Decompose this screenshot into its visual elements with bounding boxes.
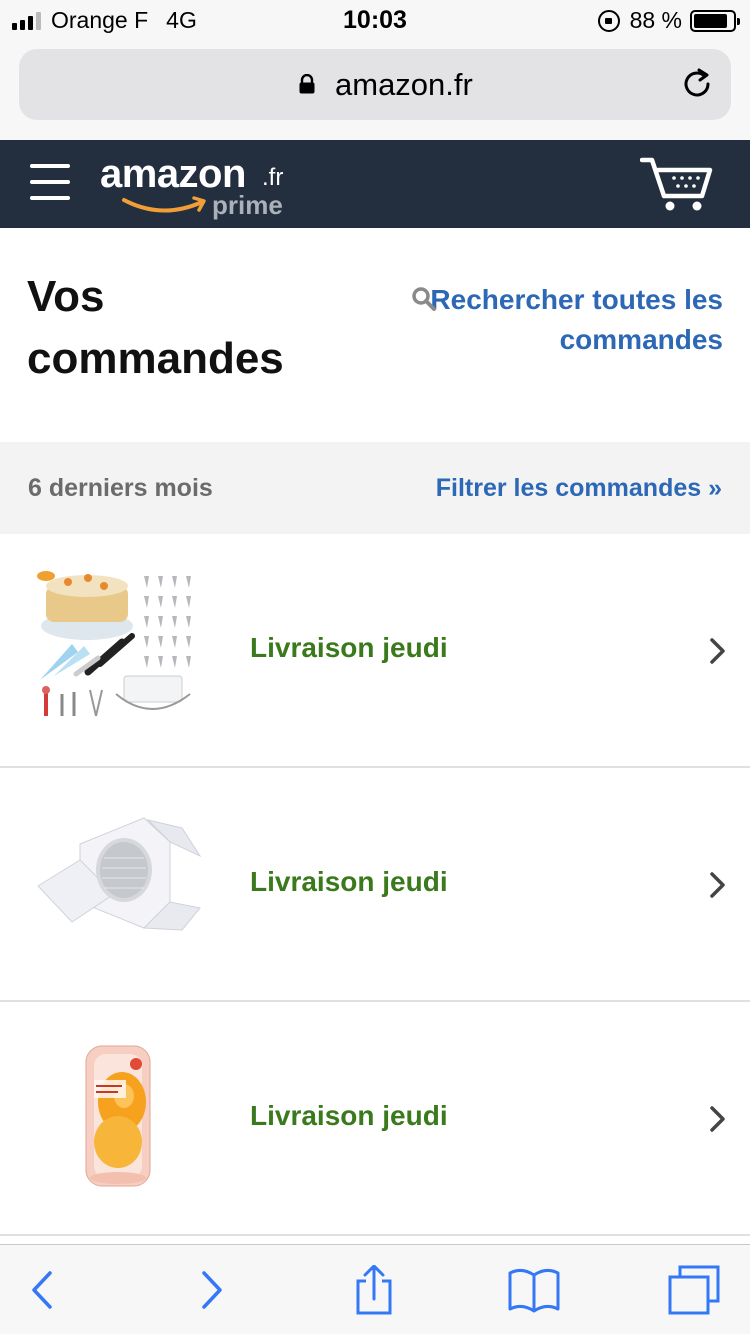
browser-toolbar <box>0 1244 750 1334</box>
chevron-right-icon <box>710 638 725 664</box>
chevron-right-icon <box>710 1106 725 1132</box>
battery-percent: 88 % <box>629 7 682 33</box>
reload-icon[interactable] <box>679 66 715 102</box>
back-icon[interactable] <box>18 1265 74 1315</box>
rotation-lock-icon <box>597 9 620 32</box>
share-icon[interactable] <box>346 1265 402 1315</box>
browser-address-area: amazon.fr <box>0 42 750 140</box>
filter-bar: 6 derniers mois Filtrer les commandes » <box>0 442 750 534</box>
forward-icon[interactable] <box>180 1265 236 1315</box>
chevron-right-icon <box>710 872 725 898</box>
order-row[interactable]: Livraison jeudi <box>0 1002 750 1236</box>
delivery-status: Livraison jeudi <box>250 866 448 897</box>
url-text: amazon.fr <box>335 67 473 102</box>
status-bar: Orange F 4G 10:03 88 % <box>0 0 750 42</box>
logo-smile-icon <box>122 196 206 213</box>
filter-orders-link[interactable]: Filtrer les commandes » <box>436 474 722 503</box>
product-thumbnail-icon <box>32 564 202 734</box>
delivery-status: Livraison jeudi <box>250 1100 448 1131</box>
logo-prime: prime <box>212 190 283 220</box>
bookmarks-icon[interactable] <box>506 1265 562 1315</box>
order-row[interactable]: Livraison jeudi <box>0 768 750 1002</box>
search-all-orders-label: Rechercher toutes les commandes <box>430 284 723 355</box>
search-icon <box>412 287 436 311</box>
period-label: 6 derniers mois <box>28 474 213 502</box>
search-all-orders-link[interactable]: Rechercher toutes les commandes <box>403 280 723 360</box>
product-thumbnail-icon <box>32 798 202 968</box>
menu-icon[interactable] <box>30 164 70 200</box>
battery-fill <box>694 13 728 28</box>
status-right: 88 % <box>597 7 740 34</box>
page-title: Vos commandes <box>27 272 284 383</box>
battery-icon <box>690 9 740 32</box>
delivery-status: Livraison jeudi <box>250 632 448 663</box>
lock-icon <box>299 74 315 94</box>
address-bar[interactable]: amazon.fr <box>19 49 731 120</box>
tabs-icon[interactable] <box>666 1265 722 1315</box>
amazon-header: amazon .fr prime <box>0 140 750 228</box>
cart-icon[interactable] <box>640 156 714 214</box>
orders-heading: Vos commandes Rechercher toutes les comm… <box>0 228 750 442</box>
orders-list: Livraison jeudi Livraison jeudi Livraiso… <box>0 534 750 1236</box>
amazon-logo[interactable]: amazon .fr prime <box>100 152 283 220</box>
logo-tld: .fr <box>262 164 284 191</box>
order-row[interactable]: Livraison jeudi <box>0 534 750 768</box>
product-thumbnail-icon <box>32 1032 202 1202</box>
